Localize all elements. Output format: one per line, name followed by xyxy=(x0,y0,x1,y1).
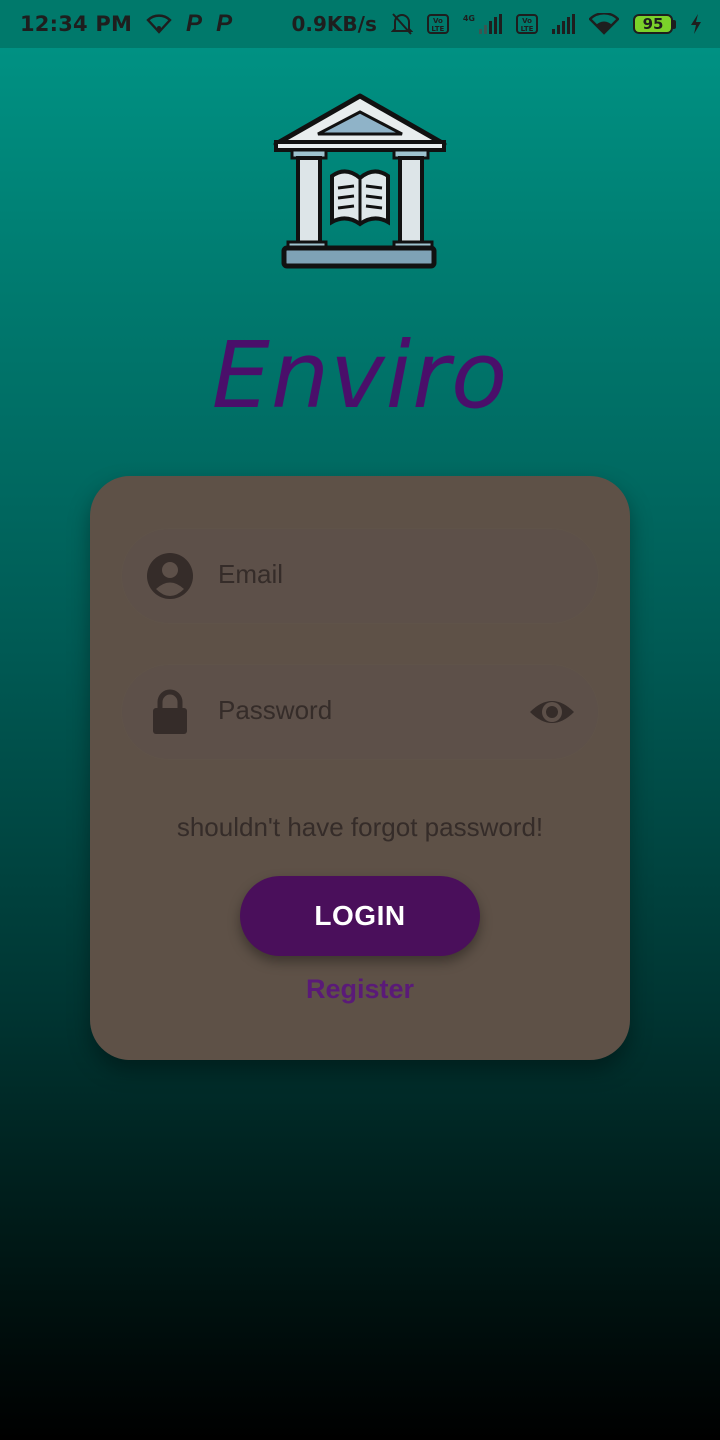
parking-app-icon: P xyxy=(186,10,203,37)
battery-indicator: 95 xyxy=(633,14,676,34)
wifi-small-icon xyxy=(146,14,172,34)
login-button[interactable]: LOGIN xyxy=(240,876,480,956)
account-circle-icon xyxy=(147,553,193,599)
library-logo-icon xyxy=(273,93,447,269)
charging-bolt-icon xyxy=(691,14,701,34)
email-placeholder: Email xyxy=(218,559,284,589)
battery-level: 95 xyxy=(633,14,673,34)
email-field[interactable]: Email xyxy=(122,529,598,623)
status-time: 12:34 PM xyxy=(20,12,133,36)
login-card: Email Password shouldn't have forgot pas… xyxy=(90,476,630,1060)
volte-badge-2: Vo LTE xyxy=(516,14,538,34)
status-bar: 12:34 PM P P 0.9KB/s Vo LTE 4G Vo LTE 95 xyxy=(0,0,720,48)
status-bar-left: 12:34 PM P P xyxy=(20,10,232,38)
app-title: Enviro xyxy=(211,322,509,429)
register-link[interactable]: Register xyxy=(90,974,630,1005)
status-bar-right: 0.9KB/s Vo LTE 4G Vo LTE 95 xyxy=(291,12,702,36)
volte-badge: Vo LTE xyxy=(426,14,449,34)
forgot-password-link[interactable]: shouldn't have forgot password! xyxy=(90,812,630,843)
bell-muted-icon xyxy=(390,13,413,35)
wifi-icon xyxy=(589,13,619,35)
password-placeholder: Password xyxy=(218,695,333,725)
password-field[interactable]: Password xyxy=(122,665,598,759)
signal-bars-sim1: 4G xyxy=(463,14,502,34)
parking-app-icon-2: P xyxy=(216,10,233,37)
lock-icon xyxy=(153,689,187,734)
show-password-eye-icon[interactable] xyxy=(528,688,576,736)
signal-bars-sim2 xyxy=(552,14,575,34)
network-speed: 0.9KB/s xyxy=(291,12,377,36)
